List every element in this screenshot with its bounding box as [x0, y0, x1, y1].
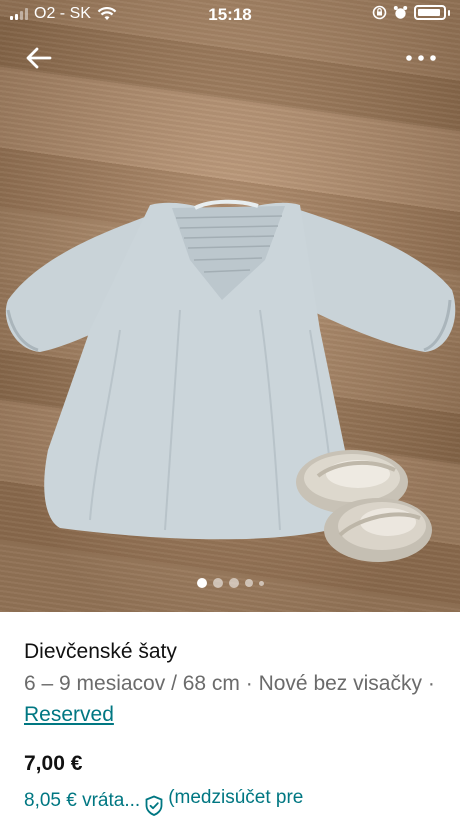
gallery-pagination [0, 578, 460, 588]
page-dot-1[interactable] [196, 578, 207, 588]
status-bar: O2 - SK 15:18 [0, 0, 460, 32]
page-dot-5[interactable] [258, 580, 264, 586]
item-size-condition: 6 – 9 mesiacov / 68 cm · Nové bez visačk… [24, 672, 435, 695]
battery-cap [448, 9, 450, 16]
item-price: 7,00 € [24, 752, 83, 775]
item-photo[interactable] [0, 0, 460, 612]
dress-photo-illustration [5, 199, 456, 562]
reserved-link[interactable]: Reserved [24, 703, 114, 726]
item-title: Dievčenské šaty [24, 640, 177, 663]
total-price-with-fee[interactable]: 8,05 € vráta... [24, 786, 140, 816]
alarm-icon [393, 6, 408, 19]
more-icon[interactable] [404, 50, 438, 66]
shield-check-icon [145, 795, 163, 816]
item-details: Dievčenské šaty 6 – 9 mesiacov / 68 cm ·… [24, 636, 444, 730]
battery-icon [414, 5, 446, 20]
buyer-protection-row[interactable]: 8,05 € vráta... (medzisúčet pre [24, 786, 303, 816]
fee-note: (medzisúčet pre [168, 787, 304, 808]
page-dot-3[interactable] [228, 578, 239, 588]
page-dot-2[interactable] [212, 578, 223, 588]
back-arrow-icon[interactable] [24, 44, 54, 72]
item-attributes: 6 – 9 mesiacov / 68 cm · Nové bez visačk… [24, 668, 444, 730]
status-right [372, 5, 450, 20]
rotation-lock-icon [372, 5, 387, 20]
page-dot-4[interactable] [244, 579, 253, 587]
